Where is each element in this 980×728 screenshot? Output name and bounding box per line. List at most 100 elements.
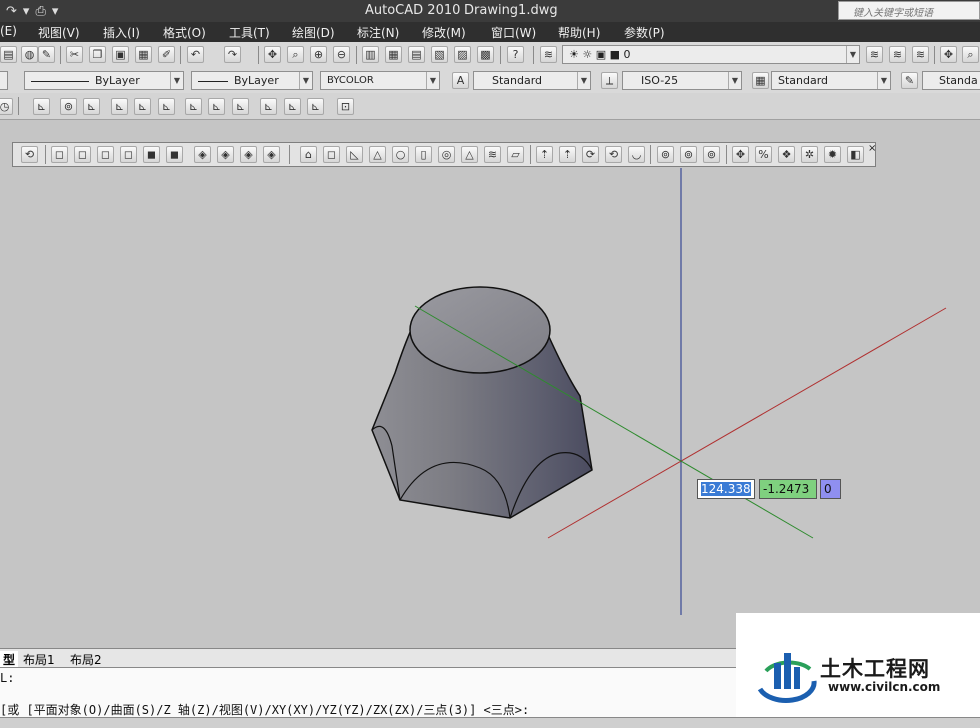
design-center-icon[interactable]: ▦ <box>385 46 402 63</box>
ucs-y-icon[interactable]: ⊾ <box>284 98 301 115</box>
undo-icon[interactable]: ↶ <box>187 46 204 63</box>
markup-icon[interactable]: ▨ <box>454 46 471 63</box>
dropdown-icon[interactable]: ▾ <box>23 4 30 19</box>
drawing-viewport[interactable]: 124.338 -1.2473 0 <box>0 168 980 648</box>
front-view-icon[interactable]: ◼ <box>143 146 160 163</box>
paste-block-icon[interactable]: ▦ <box>135 46 152 63</box>
ucs-face-icon[interactable]: ⊾ <box>208 98 225 115</box>
edit-icon[interactable]: ✎ <box>38 46 55 63</box>
calculator-icon[interactable]: ▩ <box>477 46 494 63</box>
open-icon[interactable]: ▤ <box>0 46 17 63</box>
ucs-origin-icon[interactable]: ⊾ <box>111 98 128 115</box>
multileader-style-dropdown[interactable]: Standa <box>922 71 980 90</box>
dropdown-icon[interactable]: ▾ <box>52 4 59 19</box>
box-icon[interactable]: ◻ <box>323 146 340 163</box>
ucs-3point-icon[interactable]: ⊾ <box>158 98 175 115</box>
union-icon[interactable]: ⊚ <box>657 146 674 163</box>
dim-style-dropdown[interactable]: ISO-25 ▼ <box>622 71 742 90</box>
text-style-dropdown[interactable]: Standard ▼ <box>473 71 591 90</box>
visual-style-icon[interactable]: ◧ <box>847 146 864 163</box>
ucs-view-icon[interactable]: ⊾ <box>232 98 249 115</box>
ucs-zaxis-icon[interactable]: ⊾ <box>134 98 151 115</box>
lineweight-dropdown[interactable]: BYCOLOR ▼ <box>320 71 440 90</box>
table-style-icon[interactable]: ▦ <box>752 72 769 89</box>
revolve-icon[interactable]: ⟲ <box>605 146 622 163</box>
paste-icon[interactable]: ▣ <box>112 46 129 63</box>
torus-icon[interactable]: ◎ <box>438 146 455 163</box>
view-icon[interactable]: ⟲ <box>21 146 38 163</box>
3d-move-icon[interactable]: ✥ <box>732 146 749 163</box>
zoom-realtime-icon[interactable]: ⌕ <box>287 46 304 63</box>
bottom-view-icon[interactable]: ◻ <box>74 146 91 163</box>
linetype-dropdown[interactable]: ByLayer ▼ <box>191 71 313 90</box>
dynamic-input-z[interactable]: 0 <box>820 479 841 499</box>
text-style-icon[interactable]: A <box>452 72 469 89</box>
sheet-set-icon[interactable]: ▧ <box>431 46 448 63</box>
menu-window[interactable]: 窗口(W) <box>491 24 536 41</box>
redo-icon[interactable]: ↷ <box>224 46 241 63</box>
planar-surface-icon[interactable]: ▱ <box>507 146 524 163</box>
menu-edit[interactable]: (E) <box>0 24 17 38</box>
close-icon[interactable]: × <box>868 143 876 154</box>
render-icon[interactable]: ✹ <box>824 146 841 163</box>
make-current-icon[interactable]: ≋ <box>866 46 883 63</box>
ucs-z-icon[interactable]: ⊾ <box>307 98 324 115</box>
layer-dropdown[interactable]: ☀ ☼ ▣ ■ 0 ▼ <box>562 45 860 64</box>
publish-icon[interactable]: ◍ <box>21 46 38 63</box>
layer-previous-icon[interactable]: ≋ <box>889 46 906 63</box>
menu-dimension[interactable]: 标注(N) <box>357 24 399 41</box>
menu-tools[interactable]: 工具(T) <box>229 24 270 41</box>
ucs-previous-icon[interactable]: ⊾ <box>83 98 100 115</box>
cone-icon[interactable]: △ <box>369 146 386 163</box>
left-view-icon[interactable]: ◻ <box>97 146 114 163</box>
pan-icon[interactable]: ✥ <box>940 46 957 63</box>
menu-view[interactable]: 视图(V) <box>38 24 80 41</box>
dynamic-input-x-box[interactable]: 124.338 <box>697 479 755 499</box>
multileader-style-icon[interactable]: ✎ <box>901 72 918 89</box>
pan-icon[interactable]: ✥ <box>264 46 281 63</box>
pyramid-icon[interactable]: △ <box>461 146 478 163</box>
copy-icon[interactable]: ❐ <box>89 46 106 63</box>
dim-style-icon[interactable]: ⟂ <box>601 72 618 89</box>
menu-format[interactable]: 格式(O) <box>163 24 206 41</box>
menu-parameters[interactable]: 参数(P) <box>624 24 665 41</box>
right-view-icon[interactable]: ◻ <box>120 146 137 163</box>
match-properties-icon[interactable]: ✐ <box>158 46 175 63</box>
helix-icon[interactable]: ≋ <box>484 146 501 163</box>
wedge-icon[interactable]: ◺ <box>346 146 363 163</box>
dynamic-input-y[interactable]: -1.2473 <box>759 479 817 499</box>
ucs-apply-icon[interactable]: ⊡ <box>337 98 354 115</box>
table-style-dropdown[interactable]: Standard ▼ <box>771 71 891 90</box>
ucs-world-icon[interactable]: ⊾ <box>33 98 50 115</box>
print-icon[interactable]: ⎙ <box>35 4 45 19</box>
menu-modify[interactable]: 修改(M) <box>422 24 466 41</box>
intersect-icon[interactable]: ⊚ <box>703 146 720 163</box>
color-extra-dropdown[interactable] <box>0 71 8 90</box>
3d-align-icon[interactable]: ❖ <box>778 146 795 163</box>
cut-icon[interactable]: ✂ <box>66 46 83 63</box>
polysolid-icon[interactable]: ⌂ <box>300 146 317 163</box>
menu-insert[interactable]: 插入(I) <box>103 24 140 41</box>
tab-model[interactable]: 型 <box>0 651 19 668</box>
3d-array-icon[interactable]: ✲ <box>801 146 818 163</box>
layer-properties-icon[interactable]: ≋ <box>540 46 557 63</box>
subtract-icon[interactable]: ⊚ <box>680 146 697 163</box>
properties-icon[interactable]: ▥ <box>362 46 379 63</box>
sphere-icon[interactable]: ○ <box>392 146 409 163</box>
extrude-icon[interactable]: ⇡ <box>536 146 553 163</box>
presspull-icon[interactable]: ⇡ <box>559 146 576 163</box>
zoom-previous-icon[interactable]: ⊖ <box>333 46 350 63</box>
layer-state-icon[interactable]: ≋ <box>912 46 929 63</box>
redo-icon[interactable]: ↷ <box>6 4 17 19</box>
sweep-icon[interactable]: ⟳ <box>582 146 599 163</box>
se-iso-icon[interactable]: ◈ <box>217 146 234 163</box>
help-icon[interactable]: ? <box>507 46 524 63</box>
ne-iso-icon[interactable]: ◈ <box>240 146 257 163</box>
ucs-named-icon[interactable]: ⊚ <box>60 98 77 115</box>
sw-iso-icon[interactable]: ◈ <box>194 146 211 163</box>
top-view-icon[interactable]: ◻ <box>51 146 68 163</box>
cylinder-icon[interactable]: ▯ <box>415 146 432 163</box>
menu-help[interactable]: 帮助(H) <box>558 24 600 41</box>
zoom-realtime-icon[interactable]: ⌕ <box>962 46 979 63</box>
tab-layout1[interactable]: 布局1 <box>23 651 55 668</box>
